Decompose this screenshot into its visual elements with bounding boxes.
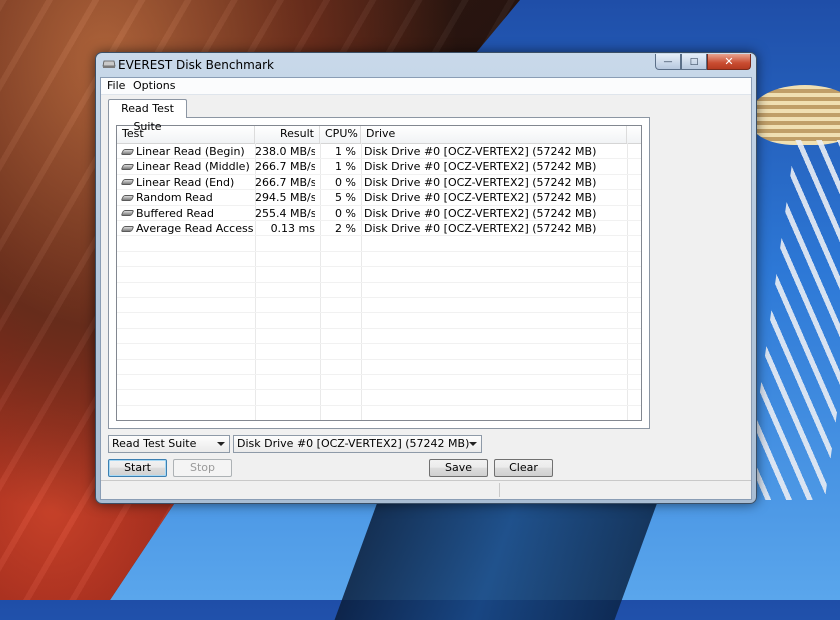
table-header: Test Result CPU% Drive bbox=[117, 126, 641, 144]
chevron-down-icon bbox=[469, 442, 477, 446]
grid-row-line bbox=[117, 297, 641, 298]
test-name: Linear Read (Middle) bbox=[136, 160, 250, 174]
disk-icon bbox=[102, 60, 116, 68]
grid-row-line bbox=[117, 281, 641, 283]
grid-row-line bbox=[117, 327, 641, 329]
close-icon: ✕ bbox=[724, 55, 734, 68]
table-row[interactable]: Linear Read (Begin) 238.0 MB/s 1 % Disk Dri… bbox=[117, 144, 641, 159]
window-controls: — □ ✕ bbox=[655, 54, 751, 70]
test-name-cell: Buffered Read bbox=[120, 206, 253, 221]
results-table[interactable]: Test Result CPU% Drive Linear Read (Begi… bbox=[116, 125, 642, 421]
drive-cell: Disk Drive #0 [OCZ-VERTEX2] (57242 MB) bbox=[364, 191, 597, 205]
table-row[interactable]: Linear Read (End) 266.7 MB/s 0 % Disk Drive… bbox=[117, 175, 641, 190]
hard-drive-icon bbox=[120, 194, 135, 201]
column-header-drive[interactable]: Drive bbox=[361, 126, 627, 143]
cpu-cell: 0 % bbox=[335, 175, 356, 189]
grid-row-line bbox=[117, 404, 641, 406]
cpu-cell: 5 % bbox=[335, 191, 356, 205]
maximize-icon: □ bbox=[689, 56, 699, 67]
start-button[interactable]: Start bbox=[108, 459, 167, 477]
result-cell: 266.7 MB/s bbox=[255, 175, 315, 189]
test-name-cell: Average Read Access bbox=[120, 221, 253, 236]
benchmark-window: EVEREST Disk Benchmark — □ ✕ File Option… bbox=[95, 52, 757, 504]
drive-cell: Disk Drive #0 [OCZ-VERTEX2] (57242 MB) bbox=[364, 175, 597, 189]
hard-drive-icon bbox=[120, 179, 135, 186]
test-name-cell: Linear Read (Begin) bbox=[120, 144, 253, 159]
suite-select-value: Read Test Suite bbox=[112, 437, 197, 450]
grid-row-line bbox=[117, 389, 641, 391]
grid-row-line bbox=[117, 266, 641, 268]
wallpaper-tower-top bbox=[750, 85, 840, 145]
column-header-cpu[interactable]: CPU% bbox=[320, 126, 361, 143]
hard-drive-icon bbox=[120, 225, 135, 232]
title-bar[interactable]: EVEREST Disk Benchmark — □ ✕ bbox=[96, 53, 756, 77]
menu-options[interactable]: Options bbox=[133, 79, 175, 92]
test-name: Buffered Read bbox=[136, 206, 215, 220]
chevron-down-icon bbox=[217, 442, 225, 446]
client-area: File Options Read Test Suite Test Result… bbox=[100, 77, 752, 500]
tab-panel: Test Result CPU% Drive Linear Read (Begi… bbox=[108, 117, 650, 429]
minimize-button[interactable]: — bbox=[655, 54, 681, 70]
result-cell: 294.5 MB/s bbox=[255, 191, 315, 205]
table-row[interactable]: Linear Read (Middle) 266.7 MB/s 1 % Disk Dr… bbox=[117, 159, 641, 174]
clear-button[interactable]: Clear bbox=[494, 459, 553, 477]
grid-row-line bbox=[117, 358, 641, 360]
hard-drive-icon bbox=[120, 210, 135, 217]
cpu-cell: 2 % bbox=[335, 222, 356, 235]
drive-cell: Disk Drive #0 [OCZ-VERTEX2] (57242 MB) bbox=[364, 206, 597, 220]
cpu-cell: 1 % bbox=[335, 160, 356, 174]
tab-read-test-suite[interactable]: Read Test Suite bbox=[108, 99, 187, 133]
test-name: Random Read bbox=[136, 191, 213, 205]
result-cell: 266.7 MB/s bbox=[255, 160, 315, 174]
result-cell: 255.4 MB/s bbox=[255, 206, 315, 220]
status-divider bbox=[499, 483, 500, 497]
grid-row-line bbox=[117, 374, 641, 375]
table-row[interactable]: Average Read Access 0.13 ms 2 % Disk Drive … bbox=[117, 221, 641, 236]
test-name-cell: Linear Read (Middle) bbox=[120, 159, 253, 174]
window-title: EVEREST Disk Benchmark bbox=[118, 58, 274, 72]
hard-drive-icon bbox=[120, 148, 135, 155]
test-name-cell: Linear Read (End) bbox=[120, 175, 253, 190]
save-button[interactable]: Save bbox=[429, 459, 488, 477]
test-name-cell: Random Read bbox=[120, 190, 253, 205]
test-name: Linear Read (Begin) bbox=[136, 145, 245, 158]
grid-row-line bbox=[117, 250, 641, 252]
table-row[interactable]: Random Read 294.5 MB/s 5 % Disk Drive #0 [O… bbox=[117, 190, 641, 205]
drive-select[interactable]: Disk Drive #0 [OCZ-VERTEX2] (57242 MB) bbox=[233, 435, 482, 453]
column-header-result[interactable]: Result bbox=[255, 126, 320, 143]
drive-cell: Disk Drive #0 [OCZ-VERTEX2] (57242 MB) bbox=[364, 222, 597, 235]
cpu-cell: 1 % bbox=[335, 145, 356, 158]
maximize-button[interactable]: □ bbox=[681, 54, 707, 70]
grid-row-line bbox=[117, 343, 641, 345]
result-cell: 238.0 MB/s bbox=[255, 145, 315, 158]
grid-row-line bbox=[117, 312, 641, 314]
menu-file[interactable]: File bbox=[107, 79, 125, 92]
table-row[interactable]: Buffered Read 255.4 MB/s 0 % Disk Drive #0 … bbox=[117, 206, 641, 221]
cpu-cell: 0 % bbox=[335, 206, 356, 220]
test-name: Linear Read (End) bbox=[136, 175, 235, 189]
hard-drive-icon bbox=[120, 163, 135, 170]
suite-select[interactable]: Read Test Suite bbox=[108, 435, 230, 453]
grid-row-line bbox=[117, 420, 641, 421]
wallpaper-tower bbox=[744, 140, 840, 500]
drive-select-value: Disk Drive #0 [OCZ-VERTEX2] (57242 MB) bbox=[237, 437, 470, 450]
drive-cell: Disk Drive #0 [OCZ-VERTEX2] (57242 MB) bbox=[364, 160, 597, 174]
minimize-icon: — bbox=[663, 56, 673, 67]
close-button[interactable]: ✕ bbox=[707, 54, 751, 70]
result-cell: 0.13 ms bbox=[270, 222, 315, 235]
stop-button[interactable]: Stop bbox=[173, 459, 232, 477]
status-bar bbox=[101, 480, 751, 499]
menu-bar: File Options bbox=[101, 78, 751, 95]
drive-cell: Disk Drive #0 [OCZ-VERTEX2] (57242 MB) bbox=[364, 145, 597, 158]
column-header-filler bbox=[627, 126, 641, 143]
test-name: Average Read Access bbox=[136, 222, 253, 235]
